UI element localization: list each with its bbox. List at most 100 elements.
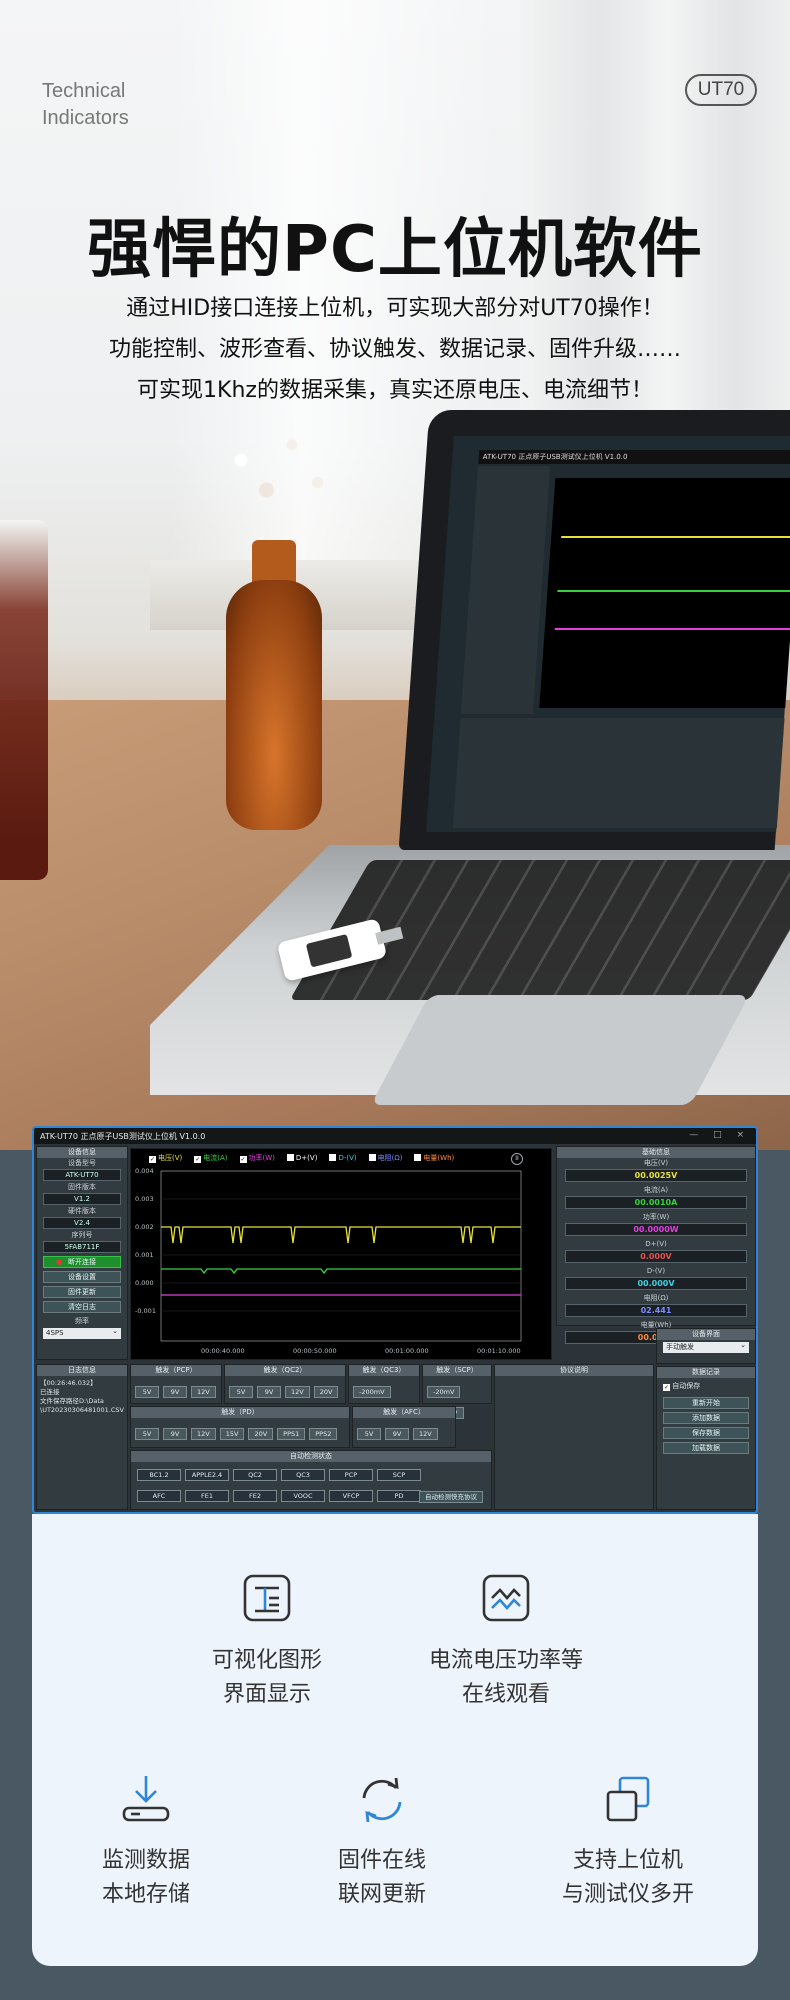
trigger-button[interactable]: 9V <box>385 1428 409 1440</box>
preview-current-line <box>557 590 790 592</box>
device-settings-button[interactable]: 设备设置 <box>43 1271 121 1283</box>
trigger-button[interactable]: 15V <box>219 1428 245 1440</box>
data-record-button[interactable]: 保存数据 <box>663 1427 749 1439</box>
trigger-button[interactable]: 12V <box>285 1386 310 1398</box>
reading-value: 00.000V <box>565 1277 747 1290</box>
trigger-button[interactable]: -20mV <box>427 1386 461 1398</box>
preview-plot <box>539 478 790 708</box>
plot-svg <box>160 1170 522 1342</box>
feature-local-storage-line2: 本地存储 <box>101 1882 190 1907</box>
meter-lcd <box>305 934 353 968</box>
page-title: 强悍的PC上位机软件 <box>87 213 703 287</box>
trigger-qc2-buttons: 5V 9V 12V 20V <box>225 1376 345 1403</box>
refresh-update-icon <box>362 1777 402 1823</box>
plot-frame <box>160 1170 522 1342</box>
protocol-status-chip: VFCP <box>329 1490 373 1502</box>
model-badge: UT70 <box>685 74 757 106</box>
feature-multi-instance: 支持上位机 与测试仪多开 <box>538 1844 718 1912</box>
dried-flowers <box>190 400 360 550</box>
feature-online-update: 固件在线 联网更新 <box>312 1844 452 1912</box>
drinking-glass <box>0 520 48 880</box>
feature-visual-gui-line2: 界面显示 <box>222 1682 311 1707</box>
trigger-afc-panel: 触发（AFC） 5V 9V 12V <box>352 1406 456 1448</box>
data-record-button[interactable]: 重新开始 <box>663 1397 749 1409</box>
trigger-qc2-panel: 触发（QC2） 5V 9V 12V 20V <box>224 1364 346 1404</box>
frequency-select[interactable]: 4SPS <box>43 1326 121 1339</box>
autosave-label: 自动保存 <box>672 1382 701 1390</box>
trigger-afc-header: 触发（AFC） <box>353 1407 455 1418</box>
protocol-status-chip: PCP <box>329 1469 373 1481</box>
protocol-status-chip: AFC <box>137 1490 181 1502</box>
trigger-button[interactable]: 5V <box>135 1386 159 1398</box>
preview-bottom-panel <box>452 718 785 828</box>
readings-panel: 基础信息 电压(V) 00.0025V 电流(A) 00.0010A 功率(W) 00.0… <box>556 1146 756 1344</box>
serial-label: 序列号 <box>71 1231 93 1239</box>
reading-value: 00.0025V <box>565 1169 747 1182</box>
device-ui-header: 设备界面 <box>657 1329 755 1340</box>
data-record-button[interactable]: 添加数据 <box>663 1412 749 1424</box>
auto-detect-row-1: BC1.2 APPLE2.4 QC2 QC3 PCP SCP <box>131 1462 491 1483</box>
feature-visual-gui-line1: 可视化图形 <box>211 1648 322 1673</box>
feature-local-storage-line1: 监测数据 <box>101 1848 190 1873</box>
log-text: 【00:26:46.032】 已连接 文件保存路径D:\Data \UT2023030… <box>37 1376 127 1418</box>
trigger-button[interactable]: 5V <box>135 1428 159 1440</box>
trigger-qc3-panel: 触发（QC3） -200mV+200mV <box>348 1364 420 1419</box>
serial-value: 5FAB711F <box>43 1241 121 1253</box>
trigger-button[interactable]: 12V <box>191 1428 216 1440</box>
window-controls[interactable]: — □ × <box>689 1130 750 1140</box>
trigger-button[interactable]: 9V <box>257 1386 281 1398</box>
disconnect-button[interactable]: 断开连接 <box>43 1256 121 1268</box>
log-line: 已连接 <box>40 1388 60 1396</box>
model-value: ATK-UT70 <box>43 1169 121 1181</box>
auto-detect-button[interactable]: 自动检测快充协议 <box>419 1491 483 1503</box>
device-ui-select[interactable]: 手动触发 <box>663 1340 749 1353</box>
firmware-value: V1.2 <box>43 1193 121 1205</box>
protocol-status-chip: BC1.2 <box>137 1469 181 1481</box>
waveform-plot[interactable]: ✓ 电压(V) ✓ 电流(A) ✓ 功率(W) D+(V) D-(V) 电阻(Ω) 电量(Wh) … <box>130 1148 552 1360</box>
feature-visual-gui: 可视化图形 界面显示 <box>197 1644 337 1712</box>
model-label: 设备型号 <box>68 1159 96 1167</box>
trigger-button[interactable]: -200mV <box>353 1386 391 1398</box>
multi-window-icon <box>606 1776 650 1822</box>
trigger-scp-header: 触发（SCP） <box>423 1365 491 1376</box>
feature-realtime-monitor-line1: 电流电压功率等 <box>428 1648 583 1673</box>
log-panel: 日志信息 【00:26:46.032】 已连接 文件保存路径D:\Data \UT20… <box>36 1364 128 1510</box>
data-record-button[interactable]: 加载数据 <box>663 1442 749 1454</box>
log-header: 日志信息 <box>37 1365 127 1376</box>
firmware-label: 固件版本 <box>68 1183 96 1191</box>
feature-online-update-line2: 联网更新 <box>337 1882 426 1907</box>
log-line: \UT20230306481001.CSV <box>40 1406 124 1414</box>
trigger-button[interactable]: PPS1 <box>277 1428 306 1440</box>
protocol-status-chip: SCP <box>377 1469 421 1481</box>
trigger-button[interactable]: 9V <box>163 1386 187 1398</box>
trigger-qc3-header: 触发（QC3） <box>349 1365 419 1376</box>
device-info-panel: 设备信息 设备型号 ATK-UT70 固件版本 V1.2 硬件版本 V2.4 序… <box>36 1146 128 1360</box>
hardware-value: V2.4 <box>43 1217 121 1229</box>
download-storage-icon <box>122 1776 170 1822</box>
firmware-update-button[interactable]: 固件更新 <box>43 1286 121 1298</box>
autosave-checkbox[interactable]: ✓ <box>663 1384 670 1391</box>
feature-multi-instance-line1: 支持上位机 <box>572 1848 683 1873</box>
trigger-button[interactable]: PPS2 <box>309 1428 338 1440</box>
clear-log-button[interactable]: 清空日志 <box>43 1301 121 1313</box>
feature-multi-instance-line2: 与测试仪多开 <box>561 1882 694 1907</box>
protocol-description-panel: 协议说明 <box>494 1364 654 1510</box>
trigger-button[interactable]: 20V <box>248 1428 274 1440</box>
device-ui-panel: 设备界面 手动触发 <box>656 1328 756 1364</box>
feature-realtime-monitor: 电流电压功率等 在线观看 <box>406 1644 606 1712</box>
protocol-status-chip: APPLE2.4 <box>185 1469 229 1481</box>
frequency-label: 频率 <box>75 1317 89 1325</box>
trigger-button[interactable]: 12V <box>191 1386 216 1398</box>
reading-value: 0.000V <box>565 1250 747 1263</box>
trigger-button[interactable]: 5V <box>357 1428 381 1440</box>
technical-indicators-label: Technical Indicators <box>42 78 129 132</box>
reading-label: 功率(W) <box>642 1213 670 1221</box>
trigger-button[interactable]: 20V <box>313 1386 339 1398</box>
reading-value: 00.0000W <box>565 1223 747 1236</box>
trigger-button[interactable]: 5V <box>229 1386 253 1398</box>
autosave-row[interactable]: ✓ 自动保存 <box>657 1378 755 1394</box>
laptop-trackpad <box>370 995 750 1105</box>
trigger-button[interactable]: 9V <box>163 1428 187 1440</box>
log-line: 文件保存路径D:\Data <box>40 1397 104 1405</box>
trigger-button[interactable]: 12V <box>413 1428 438 1440</box>
